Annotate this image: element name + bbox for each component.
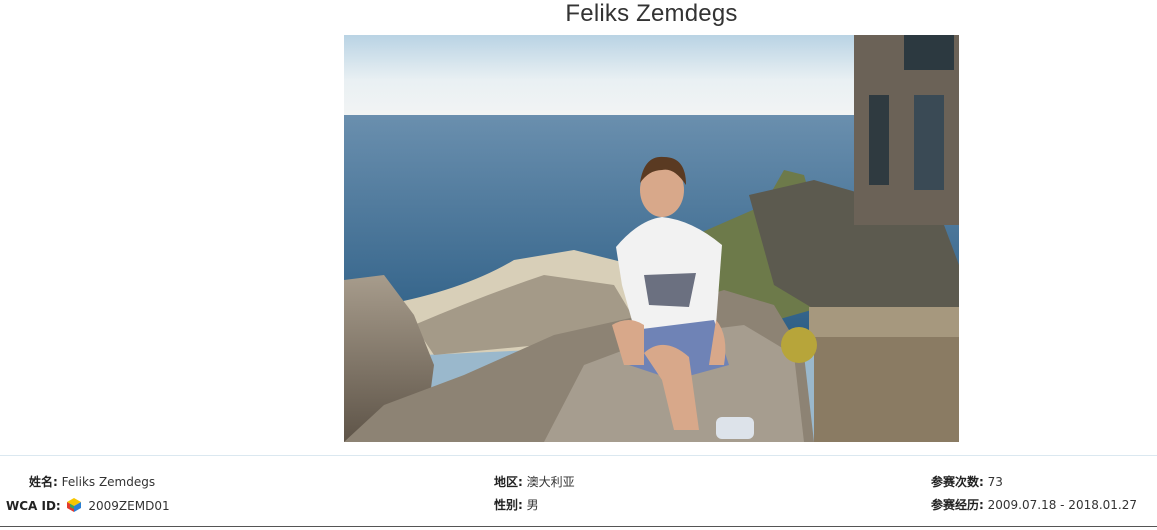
wca-id-label: WCA ID: — [6, 499, 61, 513]
gender-label: 性别: — [494, 498, 523, 512]
wca-id-row: WCA ID: 2009ZEMD01 — [6, 497, 170, 514]
region-label: 地区: — [494, 475, 523, 489]
name-row: 姓名: Feliks Zemdegs — [29, 474, 155, 490]
competitions-value: 73 — [987, 475, 1003, 489]
gender-row: 性别: 男 — [494, 497, 539, 513]
history-label: 参赛经历: — [931, 498, 984, 512]
history-value: 2009.07.18 - 2018.01.27 — [987, 498, 1138, 512]
wca-id-value: 2009ZEMD01 — [88, 499, 170, 513]
section-divider — [0, 455, 1157, 456]
competitions-label: 参赛次数: — [931, 475, 984, 489]
region-value: 澳大利亚 — [526, 475, 575, 489]
name-label: 姓名: — [29, 475, 58, 489]
wca-cube-icon — [66, 498, 81, 512]
name-value: Feliks Zemdegs — [61, 475, 156, 489]
profile-photo — [344, 35, 959, 442]
bottom-border — [0, 526, 1157, 527]
profile-page: Feliks Zemdegs 姓名: Feliks Zemdegs WCA ID… — [0, 0, 1157, 530]
history-row: 参赛经历: 2009.07.18 - 2018.01.27 — [931, 497, 1137, 513]
page-title: Feliks Zemdegs — [565, 0, 738, 27]
competitions-row: 参赛次数: 73 — [931, 474, 1003, 490]
gender-value: 男 — [526, 498, 539, 512]
region-row: 地区: 澳大利亚 — [494, 474, 575, 490]
